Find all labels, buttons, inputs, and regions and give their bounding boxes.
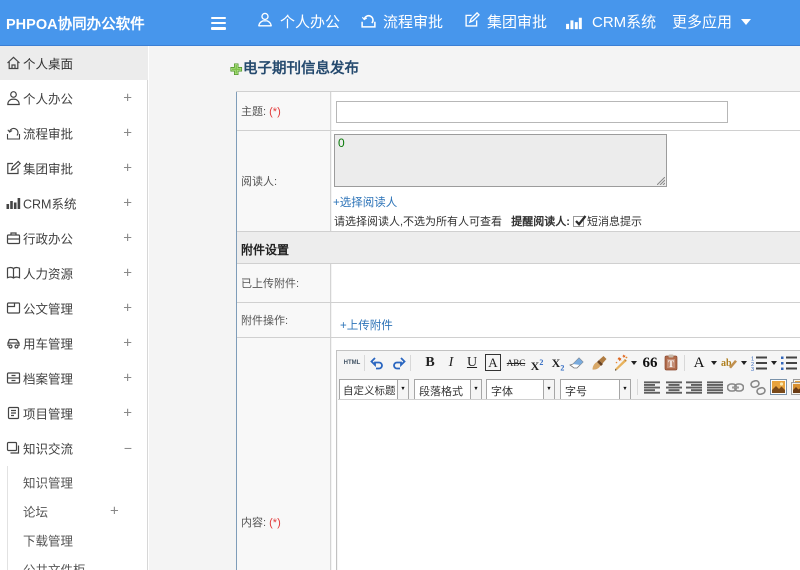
svg-text:3: 3: [751, 367, 754, 371]
svg-text:T: T: [668, 359, 674, 369]
